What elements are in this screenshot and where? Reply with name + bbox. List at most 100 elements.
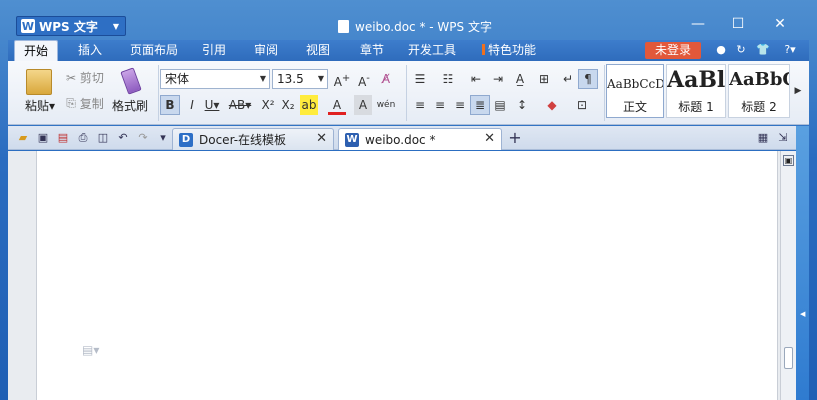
bold-icon[interactable]: B [160,95,180,115]
side-panel-handle[interactable]: ◀ [796,126,809,400]
title-bar: W WPS 文字 ▼ weibo.doc * - WPS 文字 — ☐ ✕ [8,14,809,38]
align-left-icon[interactable]: ≡ [410,95,430,115]
save-icon[interactable]: ▣ [36,131,50,145]
clear-format-icon[interactable]: A̸ [376,69,396,89]
bullets-icon[interactable]: ☰ [410,69,430,89]
font-size-value: 13.5 [277,72,304,86]
new-tab-button[interactable]: + [508,130,522,146]
subscript-icon[interactable]: X₂ [278,95,298,115]
ribbon-toolbar: 粘贴 ▾ ✂ 剪切 ⎘ 复制 格式刷 宋体 ▼ 13.5 ▼ A+ A- A̸ B I… [8,61,809,125]
tab-label: Docer-在线模板 [199,133,287,147]
strikethrough-icon[interactable]: AB▾ [228,95,252,115]
table-icon[interactable]: ⊞ [534,69,554,89]
wps-logo-icon: W [21,19,35,33]
export-pdf-icon[interactable]: ▤ [56,131,70,145]
print-preview-icon[interactable]: ◫ [96,131,110,145]
cut-button[interactable]: ✂ 剪切 [60,69,110,86]
phonetic-guide-icon[interactable]: wén [376,95,396,115]
ruler-toggle-icon[interactable]: ▣ [783,155,794,166]
style-normal[interactable]: AaBbCcDd 正文 [606,64,664,118]
style-sample: AaBbCcDd [607,77,663,91]
tab-list-icon[interactable]: ▦ [756,131,770,145]
print-icon[interactable]: ⎙ [76,131,90,145]
align-right-icon[interactable]: ≡ [450,95,470,115]
refresh-icon[interactable]: ↻ [734,43,748,57]
close-icon[interactable]: ✕ [316,131,327,146]
paragraph-marks-icon[interactable]: ¶ [578,69,598,89]
italic-icon[interactable]: I [182,95,202,115]
show-marks-icon[interactable]: ↵ [558,69,578,89]
undo-icon[interactable]: ↶ [116,131,130,145]
login-button[interactable]: 未登录 [645,42,701,59]
copy-button[interactable]: ⎘ 复制 [60,95,110,112]
char-shading-icon[interactable]: A [354,95,372,115]
chevron-down-icon[interactable]: ▾ [156,131,170,145]
tab-view[interactable]: 视图 [298,40,338,61]
distributed-align-icon[interactable]: ▤ [490,95,510,115]
scrollbar-thumb[interactable] [784,347,793,369]
tab-chapter[interactable]: 章节 [352,40,392,61]
chinese-layout-icon[interactable]: A̲ [510,69,530,89]
tab-insert[interactable]: 插入 [68,40,112,61]
font-size-select[interactable]: 13.5 ▼ [272,69,328,89]
underline-icon[interactable]: U▾ [202,95,222,115]
line-spacing-icon[interactable]: ↕ [512,95,532,115]
app-name: WPS 文字 [39,19,98,34]
format-painter-icon[interactable] [120,67,142,95]
align-center-icon[interactable]: ≡ [430,95,450,115]
tab-weibo-doc[interactable]: W weibo.doc * ✕ [338,128,502,150]
font-color-icon[interactable]: A [328,95,346,115]
tab-page-layout[interactable]: 页面布局 [124,40,184,61]
chevron-right-icon[interactable]: ▶ [792,81,804,101]
shrink-font-icon[interactable]: A- [354,69,374,89]
format-painter-button[interactable]: 格式刷 [104,97,156,114]
document-icon [338,20,349,33]
increase-indent-icon[interactable]: ⇥ [488,69,508,89]
grow-font-icon[interactable]: A+ [332,69,352,89]
font-name-select[interactable]: 宋体 ▼ [160,69,270,89]
skin-icon[interactable]: 👕 [756,43,770,57]
close-window-button[interactable]: ✕ [766,16,794,32]
borders-icon[interactable]: ⊡ [572,95,592,115]
tab-home[interactable]: 开始 [14,40,58,61]
tab-settings-icon[interactable]: ⇲ [776,131,790,145]
paste-icon[interactable] [26,69,52,95]
feature-marker-icon [481,44,485,55]
maximize-button[interactable]: ☐ [724,16,752,32]
style-label: 标题 1 [678,100,714,114]
align-justify-icon[interactable]: ≣ [470,95,490,115]
tab-developer[interactable]: 开发工具 [402,40,462,61]
help-icon[interactable]: ?▾ [778,43,802,57]
tab-docer-templates[interactable]: D Docer-在线模板 ✕ [172,128,334,150]
style-sample: AaBl [667,67,725,93]
chevron-down-icon: ▼ [317,74,324,83]
decrease-indent-icon[interactable]: ⇤ [466,69,486,89]
minimize-button[interactable]: — [684,16,712,32]
style-heading-1[interactable]: AaBl 标题 1 [666,64,726,118]
open-folder-icon[interactable]: ▰ [16,131,30,145]
divider [406,65,407,121]
document-area: ▤▾ [8,151,788,400]
style-heading-2[interactable]: AaBbC 标题 2 [728,64,790,118]
document-page[interactable] [36,151,778,400]
tab-label: weibo.doc * [365,132,436,147]
superscript-icon[interactable]: X² [258,95,278,115]
close-icon[interactable]: ✕ [484,131,495,146]
divider [604,65,605,121]
style-label: 正文 [622,100,647,114]
redo-icon[interactable]: ↷ [136,131,150,145]
tab-references[interactable]: 引用 [194,40,234,61]
window-title-text: weibo.doc * - WPS 文字 [355,20,492,34]
highlight-icon[interactable]: ab [300,95,318,115]
vertical-scrollbar[interactable]: ▣ [780,151,796,400]
tab-special-features-label: 特色功能 [487,43,536,57]
paste-options-icon[interactable]: ▤▾ [82,343,99,357]
numbering-icon[interactable]: ☷ [438,69,458,89]
chevron-down-icon: ▼ [112,21,119,31]
record-icon[interactable]: ● [714,43,728,57]
app-menu-button[interactable]: W WPS 文字 ▼ [16,16,126,36]
tab-special-features[interactable]: 特色功能 [476,40,542,61]
paste-button[interactable]: 粘贴 ▾ [20,97,60,114]
shading-icon[interactable]: ◆ [542,95,562,115]
tab-review[interactable]: 审阅 [246,40,286,61]
